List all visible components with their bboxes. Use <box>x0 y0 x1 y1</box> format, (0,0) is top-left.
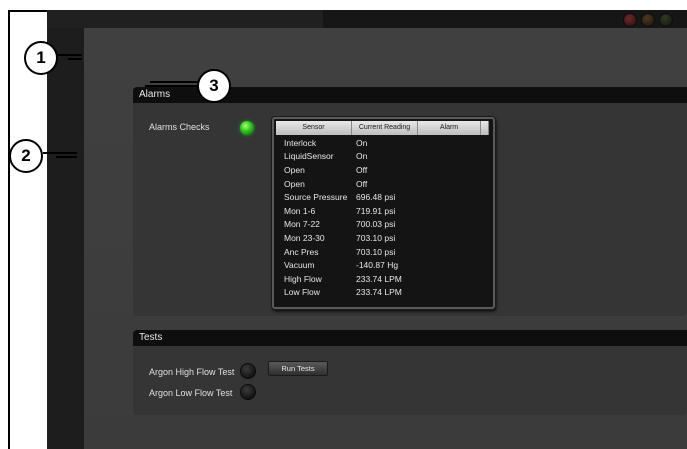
callout-2-leader-b <box>56 156 77 158</box>
alarms-checks-status-led <box>240 121 254 135</box>
sensor-name-cell: Low Flow <box>284 287 320 298</box>
current-reading-cell: 233.74 LPM <box>356 273 402 284</box>
maximize-window-icon[interactable] <box>659 13 673 27</box>
current-reading-cell: Off <box>356 178 368 189</box>
title-bar <box>47 10 687 28</box>
table-row[interactable]: Low Flow 233.74 LPM <box>284 286 493 300</box>
table-body: Interlock On LiquidSensor On Open Off Open Off S… <box>284 136 493 299</box>
sensor-name-cell: High Flow <box>284 273 322 284</box>
figure: Alarms Alarms Checks Sensor Current Read… <box>0 0 687 449</box>
figure-border-line <box>8 12 10 449</box>
callout-3: 3 <box>197 69 231 103</box>
current-reading-cell: On <box>356 137 368 148</box>
table-row[interactable]: Anc Pres 703.10 psi <box>284 245 493 259</box>
table-row[interactable]: LiquidSensor On <box>284 150 493 164</box>
sensor-name-cell: Open <box>284 164 305 175</box>
column-header-alarm[interactable]: Alarm <box>418 121 481 135</box>
app-window: Alarms Alarms Checks Sensor Current Read… <box>47 10 687 449</box>
current-reading-cell: On <box>356 151 368 162</box>
callout-2: 2 <box>9 139 43 173</box>
argon-high-flow-test-label: Argon High Flow Test <box>149 367 235 377</box>
current-reading-cell: 703.10 psi <box>356 246 396 257</box>
table-header-row: Sensor Current Reading Alarm <box>276 121 491 135</box>
table-row[interactable]: Mon 7-22 700.03 psi <box>284 218 493 232</box>
sensor-name-cell: LiquidSensor <box>284 151 334 162</box>
table-row[interactable]: Source Pressure 696.48 psi <box>284 190 493 204</box>
table-row[interactable]: High Flow 233.74 LPM <box>284 272 493 286</box>
table-row[interactable]: Mon 23-30 703.10 psi <box>284 231 493 245</box>
callout-2-leader-a <box>43 152 77 154</box>
column-header-sensor[interactable]: Sensor <box>276 121 352 135</box>
sensor-name-cell: Open <box>284 178 305 189</box>
table-row[interactable]: Open Off <box>284 177 493 191</box>
current-reading-cell: 696.48 psi <box>356 192 396 203</box>
table-row[interactable]: Mon 1-6 719.91 psi <box>284 204 493 218</box>
current-reading-cell: -140.87 Hg <box>356 260 399 271</box>
sensor-table: Sensor Current Reading Alarm Interlock On… <box>272 117 495 309</box>
callout-1-leader-a <box>58 54 82 56</box>
table-row[interactable]: Open Off <box>284 163 493 177</box>
sensor-name-cell: Mon 7-22 <box>284 219 320 230</box>
current-reading-cell: 233.74 LPM <box>356 287 402 298</box>
sensor-name-cell: Source Pressure <box>284 192 348 203</box>
run-tests-button[interactable]: Run Tests <box>268 361 328 376</box>
current-reading-cell: 700.03 psi <box>356 219 396 230</box>
left-sidebar <box>47 28 84 449</box>
callout-3-leader-b <box>145 85 199 87</box>
sensor-name-cell: Interlock <box>284 137 317 148</box>
current-reading-cell: Off <box>356 164 368 175</box>
argon-low-flow-test-label: Argon Low Flow Test <box>149 388 233 398</box>
current-reading-cell: 719.91 psi <box>356 205 396 216</box>
tests-panel-title: Tests <box>133 330 687 346</box>
callout-3-leader-a <box>150 81 199 83</box>
callout-1-leader-b <box>68 58 82 60</box>
title-bar-tab <box>47 10 323 28</box>
argon-low-flow-test-led <box>240 384 256 400</box>
argon-high-flow-test-led <box>240 363 256 379</box>
figure-border-top <box>8 10 48 12</box>
callout-1: 1 <box>24 41 58 75</box>
current-reading-cell: 703.10 psi <box>356 232 396 243</box>
sensor-name-cell: Mon 23-30 <box>284 232 325 243</box>
close-window-icon[interactable] <box>623 13 637 27</box>
sensor-name-cell: Anc Pres <box>284 246 319 257</box>
sensor-name-cell: Mon 1-6 <box>284 205 316 216</box>
column-header-current-reading[interactable]: Current Reading <box>352 121 418 135</box>
sensor-name-cell: Vacuum <box>284 260 315 271</box>
table-row[interactable]: Vacuum -140.87 Hg <box>284 258 493 272</box>
table-row[interactable]: Interlock On <box>284 136 493 150</box>
tests-panel: Tests Argon High Flow Test Run Tests Arg… <box>133 330 687 415</box>
alarms-panel: Alarms Alarms Checks Sensor Current Read… <box>133 87 687 316</box>
column-header-filler <box>481 121 489 135</box>
minimize-window-icon[interactable] <box>641 13 655 27</box>
alarms-checks-label: Alarms Checks <box>149 122 210 132</box>
